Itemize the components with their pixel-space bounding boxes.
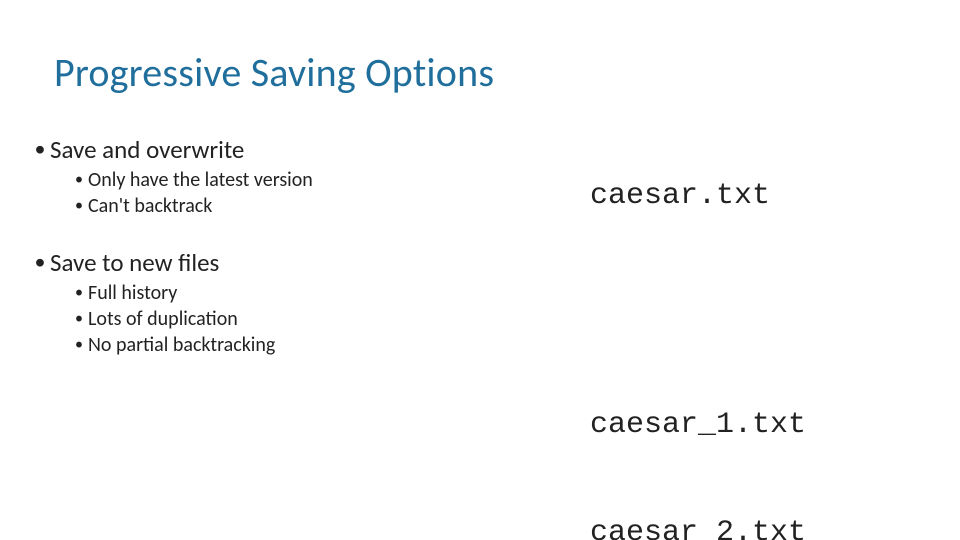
bullet-level2: • Lots of duplication [70,306,550,332]
bullet-level1: • Save and overwrite [30,134,550,165]
bullet-dot-icon: • [30,247,50,277]
section-heading: Save to new files [50,247,219,278]
bullet-level2: • Only have the latest version [70,167,550,193]
bullet-dot-icon: • [70,193,88,219]
bullet-text: Only have the latest version [88,167,313,193]
example-file-single: caesar.txt [590,178,770,214]
bullet-level1: • Save to new files [30,247,550,278]
bullet-text: Lots of duplication [88,306,238,332]
slide-body: • Save and overwrite • Only have the lat… [30,130,550,358]
bullet-text: No partial backtracking [88,332,275,358]
example-file: caesar_1.txt [590,407,806,443]
section-heading: Save and overwrite [50,134,244,165]
example-file: caesar_2.txt [590,515,806,540]
bullet-level2: • Can't backtrack [70,193,550,219]
bullet-dot-icon: • [30,134,50,164]
bullet-dot-icon: • [70,167,88,193]
bullet-dot-icon: • [70,306,88,332]
example-files-list: caesar_1.txt caesar_2.txt caesar_3.txt [590,335,806,540]
bullet-level2: • Full history [70,280,550,306]
bullet-text: Full history [88,280,177,306]
bullet-text: Can't backtrack [88,193,212,219]
spacer [30,219,550,243]
slide: Progressive Saving Options • Save and ov… [0,0,960,540]
bullet-dot-icon: • [70,332,88,358]
bullet-dot-icon: • [70,280,88,306]
slide-title: Progressive Saving Options [54,48,494,97]
bullet-level2: • No partial backtracking [70,332,550,358]
